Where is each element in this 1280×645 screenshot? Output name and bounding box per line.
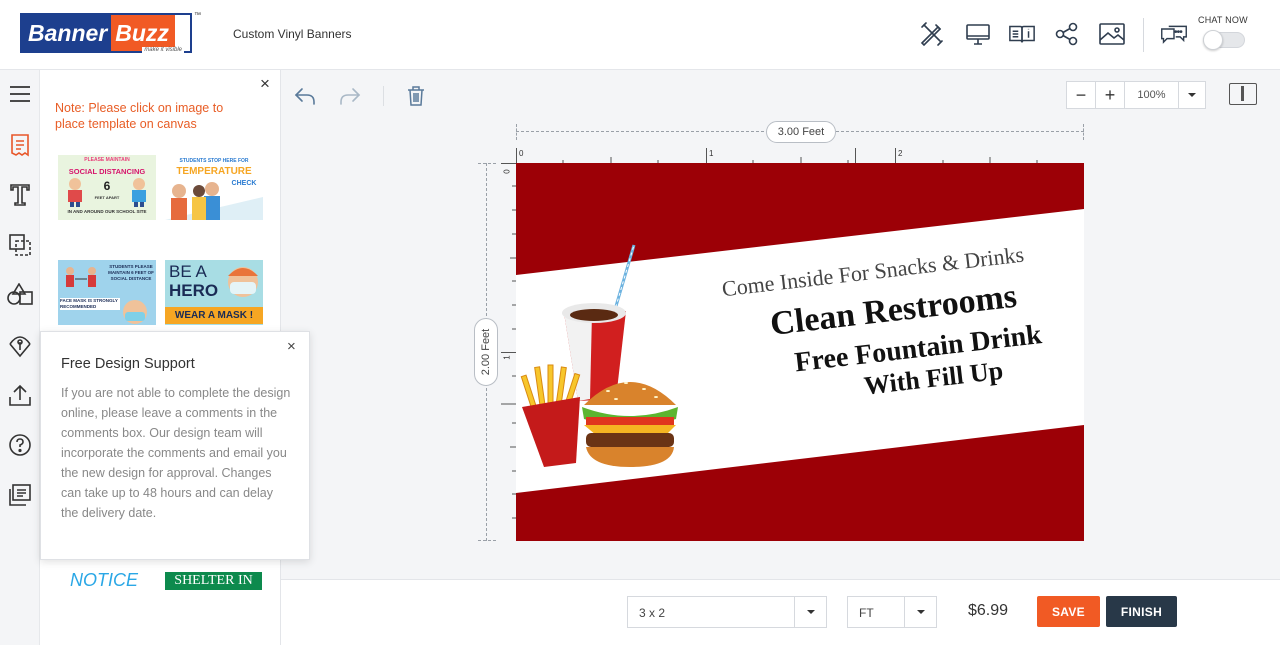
masked-face-illustration xyxy=(123,300,147,324)
width-label: 3.00 Feet xyxy=(766,121,836,143)
logo-text-buzz: Buzz xyxy=(111,15,175,51)
delete-icon[interactable] xyxy=(404,84,428,108)
unit-select-caret[interactable] xyxy=(904,597,936,627)
ruler-label: 0 xyxy=(519,149,524,158)
vertical-ruler: 0 1 xyxy=(501,163,516,541)
child-figure-illustration xyxy=(132,178,146,207)
chat-now-toggle[interactable] xyxy=(1203,30,1245,50)
template-temperature-check[interactable]: STUDENTS STOP HERE FOR TEMPERATURE CHECK xyxy=(165,155,263,220)
share-icon[interactable] xyxy=(1053,20,1081,48)
height-label: 2.00 Feet xyxy=(480,328,492,376)
horizontal-ruler: 0 1 2 xyxy=(516,148,1084,163)
unit-select[interactable]: FT xyxy=(847,596,937,628)
template-text: BE A xyxy=(169,262,207,281)
students-illustration xyxy=(66,267,96,287)
template-text: FACE MASK IS STRONGLY RECOMMENDED xyxy=(60,298,120,310)
popup-body: If you are not able to complete the desi… xyxy=(61,386,291,520)
templates-icon[interactable] xyxy=(6,131,34,159)
text-icon[interactable] xyxy=(6,181,34,209)
template-notice[interactable]: NOTICE xyxy=(70,570,138,591)
banner-artwork: Come Inside For Snacks & Drinks Clean Re… xyxy=(516,209,1084,493)
panel-close-button[interactable]: × xyxy=(258,75,272,92)
ruler-label: 0 xyxy=(502,169,512,174)
ruler-ticks xyxy=(516,148,1038,163)
template-text: STUDENTS STOP HERE FOR xyxy=(179,158,249,164)
chevron-down-icon xyxy=(916,610,925,614)
zoom-dropdown-button[interactable] xyxy=(1179,82,1205,108)
zoom-control: − + 100% xyxy=(1066,81,1206,109)
shapes-icon[interactable] xyxy=(6,281,34,309)
clipart-icon[interactable] xyxy=(6,331,34,359)
zoom-value[interactable]: 100% xyxy=(1125,82,1179,108)
template-social-distancing[interactable]: PLEASE MAINTAIN SOCIAL DISTANCING 6 FEET… xyxy=(58,155,156,220)
logo-tagline: make it visible xyxy=(142,47,184,53)
zoom-in-button[interactable]: + xyxy=(1096,82,1125,108)
height-label-pill: 2.00 Feet xyxy=(474,318,498,386)
upload-icon[interactable] xyxy=(6,381,34,409)
ruler-label: 1 xyxy=(502,355,512,360)
size-select-caret[interactable] xyxy=(794,597,826,627)
brand-logo[interactable]: Banner Buzz make it visible xyxy=(20,13,192,53)
toggle-knob xyxy=(1203,30,1223,50)
chevron-down-icon xyxy=(1188,93,1196,97)
logo-text-banner: Banner xyxy=(22,15,112,51)
design-support-popup: × Free Design Support If you are not abl… xyxy=(40,331,310,560)
layers-icon[interactable] xyxy=(6,231,34,259)
redo-icon[interactable] xyxy=(338,84,362,108)
catalog-icon[interactable] xyxy=(1008,20,1036,48)
chat-icon[interactable] xyxy=(1160,22,1188,50)
template-shelter-in-place[interactable]: SHELTER IN PLACE xyxy=(165,572,262,590)
preview-desktop-icon[interactable] xyxy=(964,20,992,48)
size-select[interactable]: 3 x 2 xyxy=(627,596,827,628)
menu-icon[interactable] xyxy=(6,80,34,108)
finish-button[interactable]: FINISH xyxy=(1106,596,1177,627)
masked-hero-illustration xyxy=(228,267,258,297)
template-text: TEMPERATURE xyxy=(176,166,252,177)
product-title: Custom Vinyl Banners xyxy=(233,27,352,41)
popup-close-button[interactable]: × xyxy=(287,338,296,355)
header-divider xyxy=(1143,18,1144,52)
template-text: WEAR A MASK ! xyxy=(165,307,263,324)
help-icon[interactable] xyxy=(6,431,34,459)
toggle-panel-icon[interactable] xyxy=(1229,83,1257,105)
undo-icon[interactable] xyxy=(293,84,317,108)
chevron-down-icon xyxy=(806,610,815,614)
toolbar-divider xyxy=(383,86,384,106)
banner-canvas[interactable]: Come Inside For Snacks & Drinks Clean Re… xyxy=(516,163,1084,541)
template-text: SOCIAL DISTANCING xyxy=(68,167,146,176)
template-text: PLEASE MAINTAIN xyxy=(84,157,130,163)
zoom-out-button[interactable]: − xyxy=(1067,82,1096,108)
unit-select-value: FT xyxy=(859,606,874,620)
ruler-ticks xyxy=(501,163,516,519)
popup-title: Free Design Support xyxy=(61,356,195,372)
app-header: Banner Buzz make it visible ™ Custom Vin… xyxy=(0,0,1280,70)
template-text: STUDENTS PLEASE MAINTAIN 6 FEET OF SOCIA… xyxy=(108,264,154,281)
image-icon[interactable] xyxy=(1098,20,1126,48)
template-be-a-hero[interactable]: BE A HERO WEAR A MASK ! xyxy=(165,260,263,325)
left-tool-rail xyxy=(0,70,40,645)
logo-trademark: ™ xyxy=(194,12,201,19)
save-button[interactable]: SAVE xyxy=(1037,596,1100,627)
price-display: $6.99 xyxy=(968,602,1009,619)
people-illustration xyxy=(165,182,263,220)
ruler-label: 2 xyxy=(898,149,903,158)
ruler-label: 1 xyxy=(709,149,714,158)
template-text: IN AND AROUND OUR SCHOOL SITE xyxy=(67,209,147,214)
size-select-value: 3 x 2 xyxy=(639,606,666,620)
template-note: Note: Please click on image to place tem… xyxy=(55,101,224,131)
template-face-mask-recommended[interactable]: STUDENTS PLEASE MAINTAIN 6 FEET OF SOCIA… xyxy=(58,260,156,325)
chat-now-label: CHAT NOW xyxy=(1198,15,1248,25)
template-text: HERO xyxy=(169,281,219,300)
design-tools-icon[interactable] xyxy=(917,20,945,48)
comments-icon[interactable] xyxy=(6,481,34,509)
child-figure-illustration xyxy=(68,178,82,207)
